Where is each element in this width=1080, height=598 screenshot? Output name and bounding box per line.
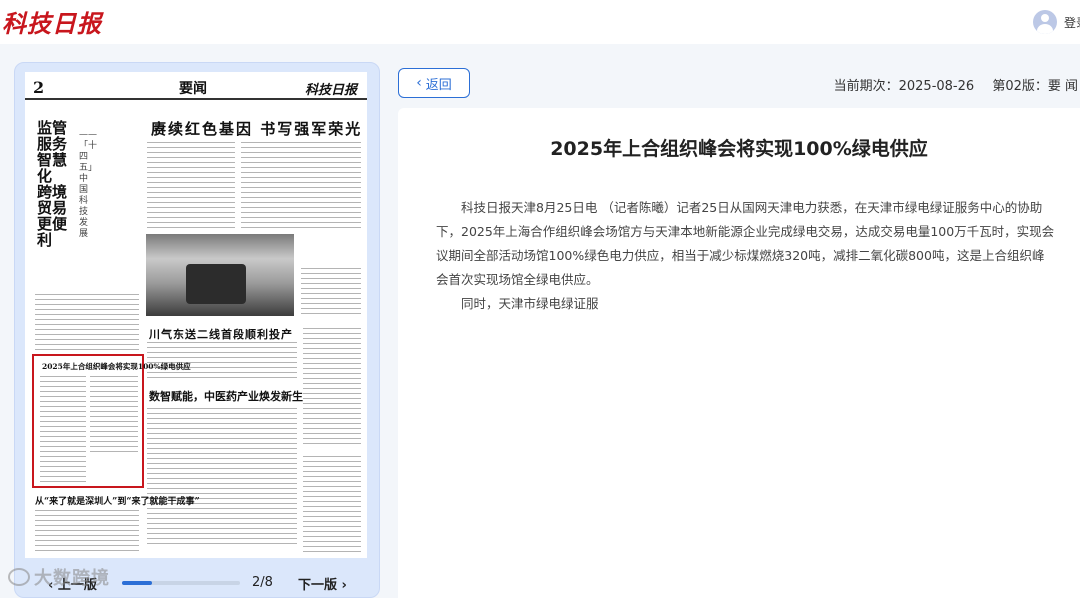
- highlighted-article-title: 2025年上合组织峰会将实现100%绿电供应: [42, 362, 191, 371]
- watermark-logo-icon: [8, 568, 30, 586]
- article-subhead-vertical: ——「十四五」中国科技发展: [79, 130, 98, 239]
- article-paragraph: 同时，天津市绿电绿证服: [461, 296, 599, 311]
- text-column: [147, 408, 297, 548]
- article-panel: 2025年上合组织峰会将实现100%绿电供应 科技日报天津8月25日电 （记者陈…: [398, 108, 1080, 598]
- page-masthead: 科技日报: [304, 83, 357, 98]
- article-headline[interactable]: 川气东送二线首段顺利投产: [149, 326, 293, 342]
- page-section: 要闻: [179, 81, 207, 97]
- text-column: [90, 376, 138, 456]
- page-progress-fill: [122, 581, 152, 585]
- page-header-strip: 2 要闻 科技日报: [25, 72, 367, 100]
- edition-label: 第02版：要 闻: [992, 79, 1078, 94]
- article-paragraph: 科技日报天津8月25日电 （记者陈曦）记者25日从国网天津电力获悉，在天津市绿电…: [436, 200, 1055, 287]
- text-column: [40, 376, 86, 482]
- next-page-button[interactable]: 下一版 ›: [298, 574, 347, 593]
- site-logo[interactable]: 科技日报: [2, 4, 102, 39]
- text-column: [303, 456, 361, 552]
- article-body: 科技日报天津8月25日电 （记者陈曦）记者25日从国网天津电力获悉，在天津市绿电…: [436, 196, 1056, 316]
- article-headline[interactable]: 数智赋能，中医药产业焕发新生: [149, 388, 303, 404]
- text-column: [147, 142, 235, 230]
- article-headline-vertical[interactable]: 监管服务智慧化 跨境贸易更便利: [37, 120, 67, 248]
- issue-meta: 当前期次：2025-08-26 第02版：要 闻: [820, 75, 1078, 94]
- text-column: [301, 268, 361, 318]
- page-progress-bar: [122, 581, 240, 585]
- watermark-text: 大数跨境: [34, 568, 110, 589]
- watermark: 大数跨境: [8, 564, 110, 590]
- article-headline[interactable]: 赓续红色基因 书写强军荣光: [151, 118, 362, 139]
- issue-date: 当前期次：2025-08-26: [833, 79, 975, 94]
- user-avatar-icon[interactable]: [1033, 10, 1057, 34]
- back-button-label: 返回: [425, 77, 452, 93]
- chevron-left-icon: ‹: [416, 75, 422, 91]
- back-button[interactable]: ‹ 返回: [398, 68, 470, 98]
- page-count: 2/8: [252, 575, 273, 590]
- article-headline[interactable]: 从“来了就是深圳人”到“来了就能干成事”: [35, 494, 200, 507]
- news-photo[interactable]: [146, 234, 294, 316]
- newspaper-page-image[interactable]: 2 要闻 科技日报 监管服务智慧化 跨境贸易更便利 ——「十四五」中国科技发展 …: [25, 72, 367, 558]
- login-link[interactable]: 登录: [1064, 14, 1080, 31]
- user-menu[interactable]: 登录: [1033, 10, 1080, 34]
- text-column: [303, 328, 361, 448]
- page-number: 2: [33, 78, 45, 97]
- text-column: [241, 142, 361, 230]
- text-column: [35, 294, 139, 350]
- article-title: 2025年上合组织峰会将实现100%绿电供应: [550, 138, 928, 160]
- top-bar: 科技日报 登录: [0, 0, 1080, 44]
- text-column: [35, 510, 139, 554]
- selected-article-highlight[interactable]: 2025年上合组织峰会将实现100%绿电供应: [32, 354, 191, 488]
